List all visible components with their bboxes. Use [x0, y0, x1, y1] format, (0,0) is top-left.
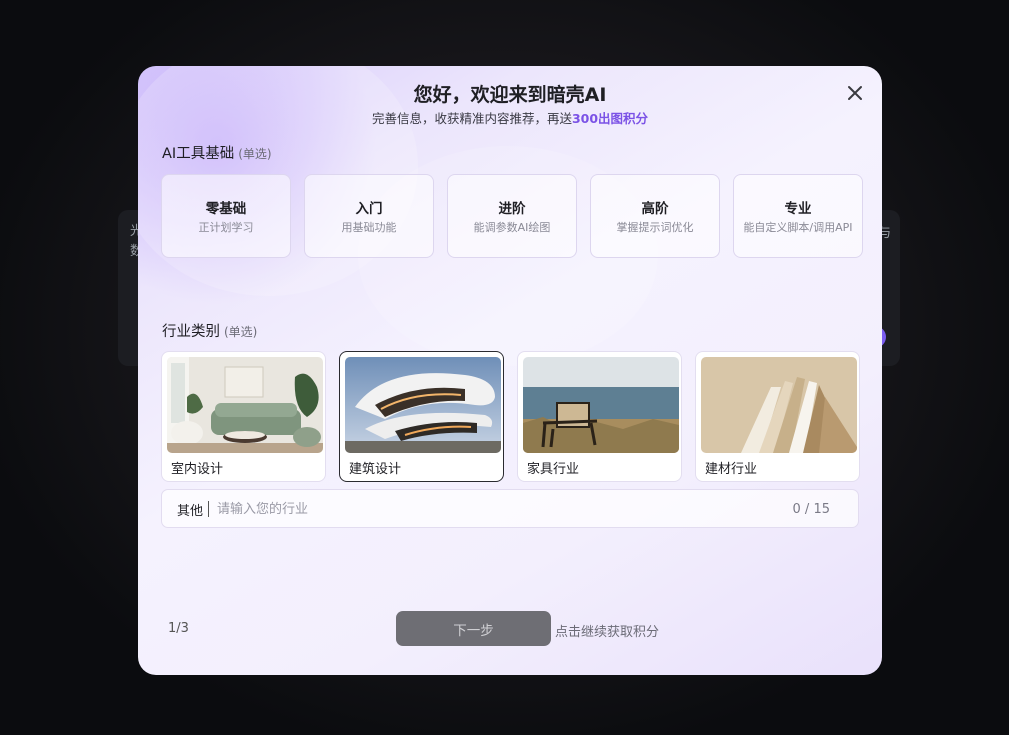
ai-level-hint: (单选)	[238, 147, 272, 161]
modal-title: 您好，欢迎来到暗壳AI	[413, 84, 607, 106]
industry-option-architecture[interactable]: 建筑设计	[339, 351, 504, 482]
industry-label: 建筑设计	[349, 462, 402, 477]
ai-level-title: AI工具基础	[162, 146, 235, 162]
chair-by-sea-image	[523, 357, 679, 453]
level-option-intermediate[interactable]: 进阶 能调参数AI绘图	[447, 174, 577, 258]
level-name: 进阶	[498, 201, 526, 217]
industry-label: 建材行业	[705, 462, 758, 477]
subtitle-points: 300出图积分	[571, 111, 649, 126]
other-separator	[208, 501, 209, 517]
char-counter: 0 / 15	[792, 502, 830, 517]
ai-level-heading: AI工具基础 (单选)	[162, 142, 272, 163]
ai-level-options: 零基础 正计划学习 入门 用基础功能 进阶 能调参数AI绘图 高阶 掌握提示词优…	[161, 174, 863, 258]
level-option-beginner[interactable]: 入门 用基础功能	[304, 174, 434, 258]
level-option-professional[interactable]: 专业 能自定义脚本/调用API	[733, 174, 863, 258]
level-desc: 正计划学习	[198, 221, 254, 234]
level-desc: 用基础功能	[341, 221, 397, 234]
modal-subtitle: 完善信息，收获精准内容推荐，再送300出图积分	[138, 108, 882, 127]
level-option-advanced[interactable]: 高阶 掌握提示词优化	[590, 174, 720, 258]
industry-label: 室内设计	[171, 462, 224, 477]
other-industry-input[interactable]	[217, 496, 777, 522]
other-label: 其他	[177, 504, 204, 519]
next-step-button[interactable]: 下一步	[396, 611, 551, 646]
other-industry-field: 其他 0 / 15	[161, 489, 859, 528]
next-hint: 点击继续获取积分	[555, 625, 660, 640]
level-desc: 掌握提示词优化	[616, 221, 694, 234]
curved-building-image	[345, 357, 501, 453]
industry-hint: (单选)	[224, 325, 258, 339]
close-icon	[848, 86, 862, 100]
industry-label: 家具行业	[527, 462, 580, 477]
industry-options: 室内设计 建筑设计 家具行业 建材行业	[161, 351, 860, 482]
industry-option-interior[interactable]: 室内设计	[161, 351, 326, 482]
industry-title: 行业类别	[162, 324, 220, 340]
material-panels-image	[701, 357, 857, 453]
industry-option-furniture[interactable]: 家具行业	[517, 351, 682, 482]
close-button[interactable]	[844, 82, 866, 104]
level-desc: 能调参数AI绘图	[473, 221, 551, 234]
level-name: 零基础	[205, 201, 247, 217]
onboarding-modal: 您好，欢迎来到暗壳AI 完善信息，收获精准内容推荐，再送300出图积分 AI工具…	[138, 66, 882, 675]
level-desc: 能自定义脚本/调用API	[743, 221, 853, 234]
level-name: 入门	[355, 201, 383, 217]
living-room-image	[167, 357, 323, 453]
level-option-zero[interactable]: 零基础 正计划学习	[161, 174, 291, 258]
industry-option-materials[interactable]: 建材行业	[695, 351, 860, 482]
level-name: 高阶	[641, 201, 669, 217]
page-indicator: 1/3	[168, 621, 189, 636]
level-name: 专业	[784, 201, 812, 217]
industry-heading: 行业类别 (单选)	[162, 320, 257, 341]
subtitle-text: 完善信息，收获精准内容推荐，再送	[371, 111, 572, 126]
